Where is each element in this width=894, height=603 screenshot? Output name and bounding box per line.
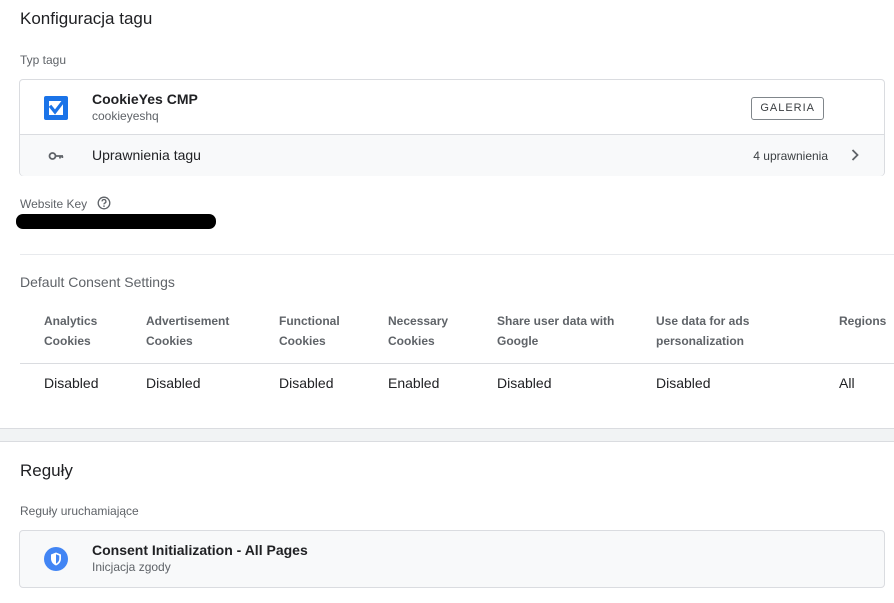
column-header: Advertisement Cookies <box>122 303 255 364</box>
shield-icon <box>44 547 68 576</box>
table-cell: Disabled <box>44 374 99 391</box>
table-row: Disabled Disabled Disabled Enabled Disab… <box>20 363 894 402</box>
column-header: Necessary Cookies <box>364 303 473 364</box>
rules-section: Reguły Reguły uruchamiające Consent Init… <box>0 442 894 603</box>
permissions-count: 4 uprawnienia <box>753 149 828 163</box>
column-header: Share user data with Google <box>473 303 632 364</box>
tag-vendor: cookieyeshq <box>92 109 159 123</box>
cookieyes-checkbox-icon <box>44 96 68 120</box>
website-key-redacted-value <box>16 214 216 229</box>
table-cell: All <box>839 374 855 391</box>
gallery-badge[interactable]: GALERIA <box>751 97 824 120</box>
section-separator <box>0 428 894 442</box>
table-cell: Disabled <box>497 374 552 391</box>
trigger-card[interactable]: Consent Initialization - All Pages Inicj… <box>19 530 885 588</box>
table-header-row: Analytics Cookies Advertisement Cookies Fu… <box>20 303 894 364</box>
key-icon <box>48 148 64 169</box>
permissions-label: Uprawnienia tagu <box>92 147 201 163</box>
website-key-label: Website Key <box>20 197 88 211</box>
tag-name: CookieYes CMP <box>92 91 198 107</box>
column-header: Use data for ads personalization <box>632 303 815 364</box>
tag-type-card: CookieYes CMP cookieyeshq GALERIA Uprawn… <box>19 79 885 176</box>
table-cell: Disabled <box>146 374 201 391</box>
tag-configuration-section: Konfiguracja tagu Typ tagu CookieYes CMP… <box>0 0 894 428</box>
divider <box>20 254 894 255</box>
tag-type-label: Typ tagu <box>20 53 67 67</box>
table-cell: Disabled <box>279 374 334 391</box>
default-consent-title: Default Consent Settings <box>20 274 175 290</box>
section-title: Konfiguracja tagu <box>20 9 153 28</box>
tag-permissions-row[interactable]: Uprawnienia tagu 4 uprawnienia <box>20 135 884 176</box>
tag-type-row[interactable]: CookieYes CMP cookieyeshq GALERIA <box>20 80 884 135</box>
column-header: Regions <box>815 303 894 364</box>
table-cell: Disabled <box>656 374 711 391</box>
consent-settings-table: Analytics Cookies Advertisement Cookies Fu… <box>20 303 894 402</box>
chevron-right-icon[interactable] <box>848 148 862 167</box>
table-cell: Enabled <box>388 374 440 391</box>
trigger-name: Consent Initialization - All Pages <box>92 542 308 558</box>
column-header: Functional Cookies <box>255 303 364 364</box>
rules-title: Reguły <box>20 461 73 480</box>
firing-triggers-label: Reguły uruchamiające <box>20 504 139 518</box>
help-circle-icon[interactable] <box>97 196 111 215</box>
column-header: Analytics Cookies <box>20 303 122 364</box>
trigger-type: Inicjacja zgody <box>92 560 171 574</box>
